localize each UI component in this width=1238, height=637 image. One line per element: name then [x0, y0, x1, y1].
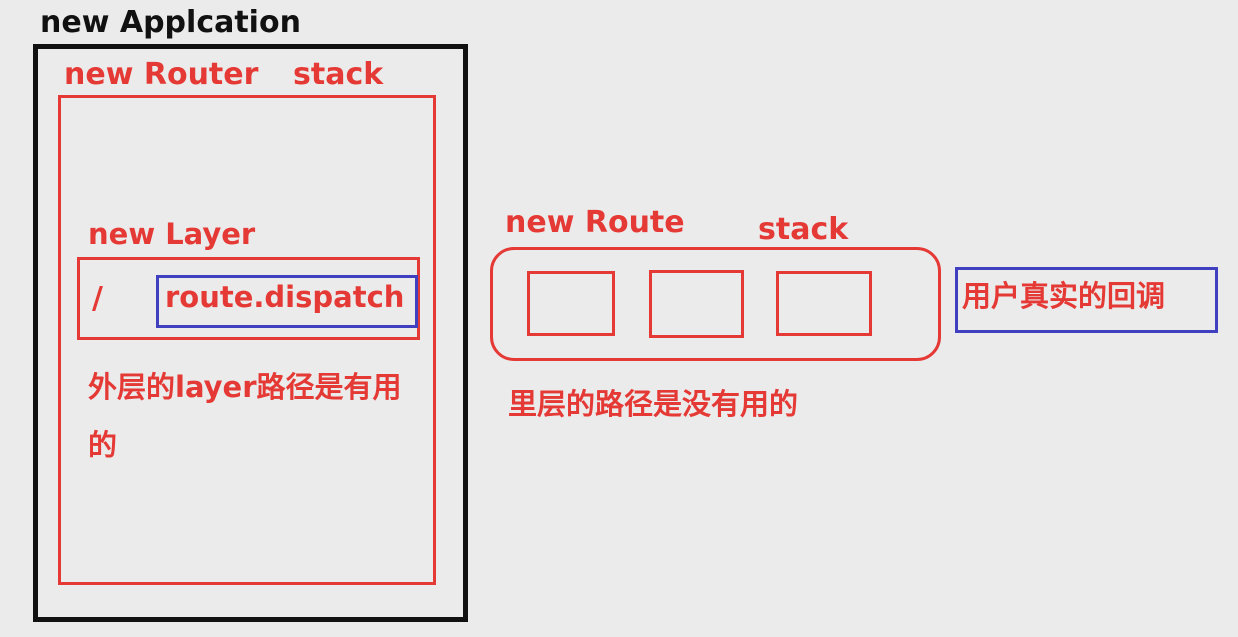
dispatch-text: route.dispatch — [165, 280, 405, 314]
route-label: new Route — [505, 205, 685, 240]
route-stack-label: stack — [758, 212, 849, 247]
router-label: new Router — [64, 57, 259, 92]
router-stack-box — [58, 95, 436, 585]
callback-text: 用户真实的回调 — [962, 279, 1166, 313]
route-stack-cell — [649, 270, 744, 338]
layer-label: new Layer — [88, 217, 256, 251]
route-stack-cell — [776, 271, 872, 336]
layer-path: / — [92, 281, 103, 316]
router-stack-label: stack — [293, 57, 384, 92]
route-stack-cell — [527, 271, 615, 336]
inner-route-note: 里层的路径是没有用的 — [508, 387, 799, 421]
outer-layer-note: 外层的layer路径是有用的 — [88, 370, 402, 462]
application-label: new Applcation — [40, 5, 301, 40]
